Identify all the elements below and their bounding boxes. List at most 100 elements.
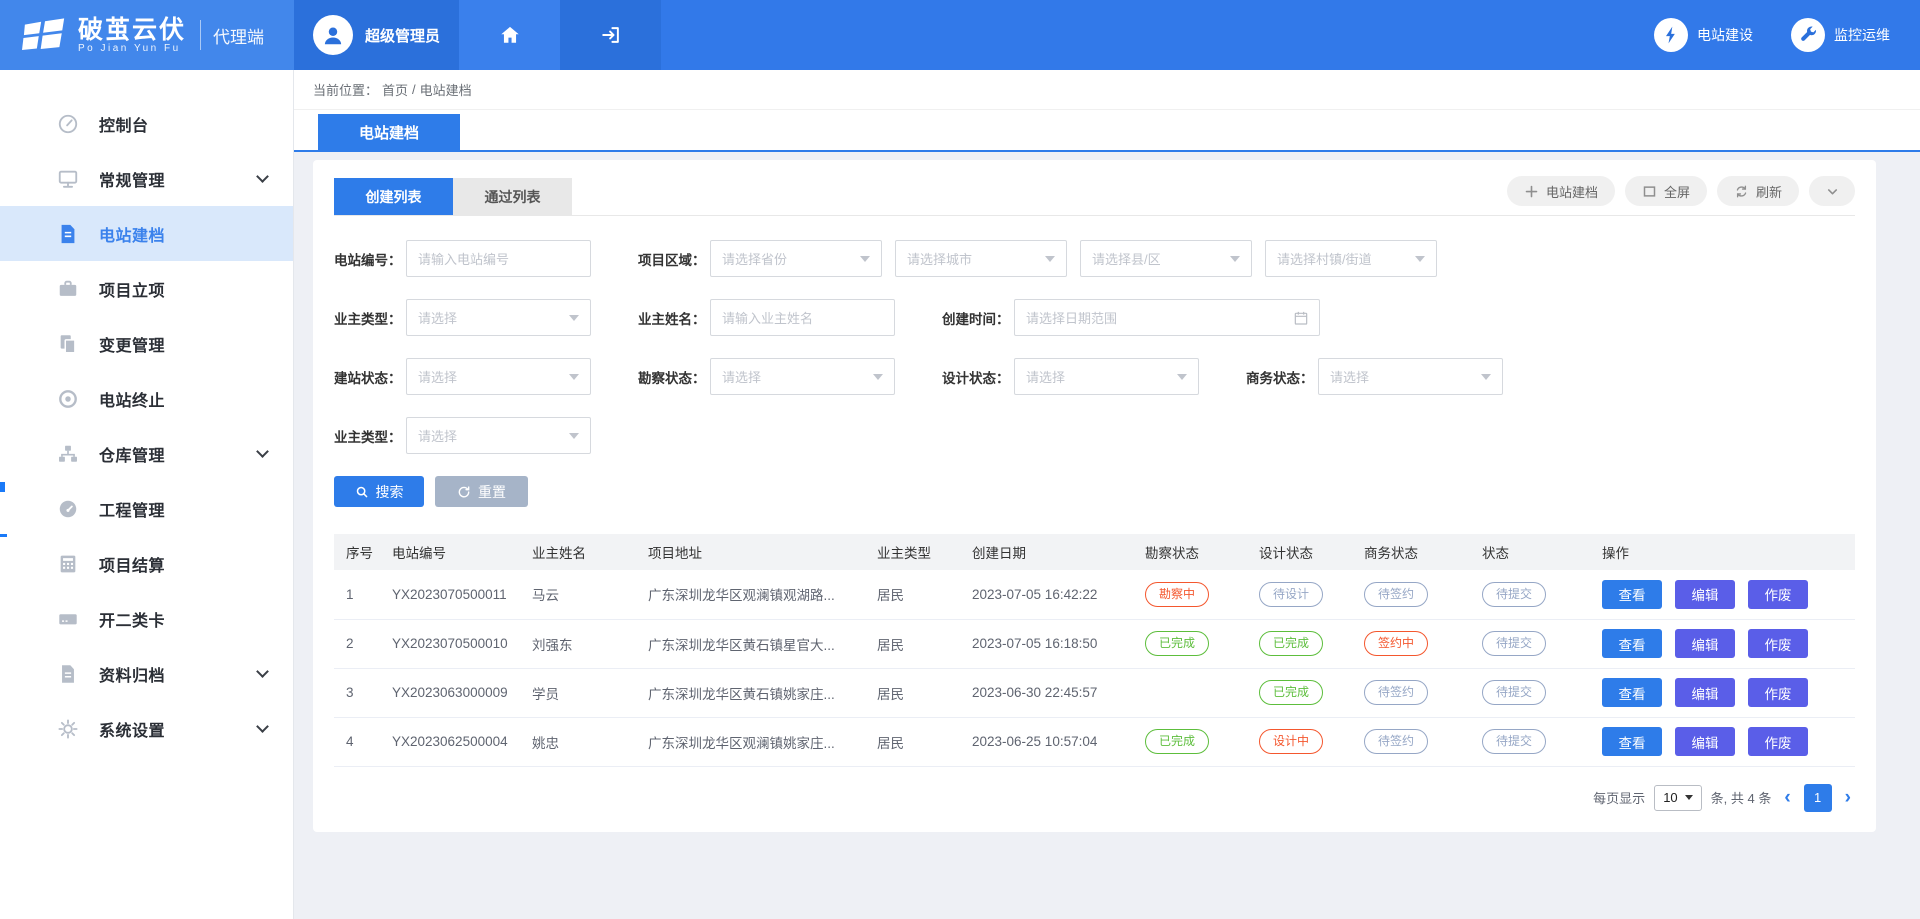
sidebar-item-station-archive[interactable]: 电站建档 xyxy=(0,206,293,261)
header-nav-monitor-ops[interactable]: 监控运维 xyxy=(1791,18,1890,52)
refresh-button[interactable]: 刷新 xyxy=(1717,176,1799,206)
reset-button[interactable]: 重置 xyxy=(435,476,528,507)
edit-button[interactable]: 编辑 xyxy=(1675,678,1735,707)
filter-text-input[interactable]: 请输入业主姓名 xyxy=(710,299,895,336)
prev-page-button[interactable]: ‹ xyxy=(1780,788,1794,807)
owner-type: 居民 xyxy=(865,717,960,766)
edit-button[interactable]: 编辑 xyxy=(1675,727,1735,756)
filter-select[interactable]: 请选择 xyxy=(406,299,591,336)
toolbar-button-label: 电站建档 xyxy=(1546,182,1598,201)
logout-button[interactable] xyxy=(560,0,661,70)
status-badge: 待签约 xyxy=(1364,582,1428,607)
filter-select[interactable]: 请选择村镇/街道 xyxy=(1265,240,1437,277)
tab-passed-list[interactable]: 通过列表 xyxy=(453,178,572,215)
view-button[interactable]: 查看 xyxy=(1602,727,1662,756)
add-station-button[interactable]: 电站建档 xyxy=(1507,176,1615,206)
void-button[interactable]: 作废 xyxy=(1748,580,1808,609)
page-number-button[interactable]: 1 xyxy=(1804,784,1832,812)
avatar xyxy=(313,15,353,55)
filter-select[interactable]: 请选择 xyxy=(1014,358,1199,395)
panel-header: 创建列表通过列表 电站建档 全屏刷新 xyxy=(334,176,1855,216)
view-button[interactable]: 查看 xyxy=(1602,629,1662,658)
filter-select[interactable]: 请选择 xyxy=(406,358,591,395)
view-button[interactable]: 查看 xyxy=(1602,678,1662,707)
logo-icon xyxy=(22,15,68,55)
chevron-down-icon xyxy=(1415,256,1425,262)
sidebar-item-station-termination[interactable]: 电站终止 xyxy=(0,371,293,426)
sidebar-item-project-initiation[interactable]: 项目立项 xyxy=(0,261,293,316)
breadcrumb-home-link[interactable]: 首页 xyxy=(382,80,408,99)
logo[interactable]: 破茧云伏 Po Jian Yun Fu 代理端 xyxy=(0,0,294,70)
chevron-down-icon xyxy=(569,315,579,321)
header-spacer xyxy=(661,0,1654,70)
sidebar-item-label: 资料归档 xyxy=(99,662,165,686)
view-button[interactable]: 查看 xyxy=(1602,580,1662,609)
per-page-select[interactable]: 10 xyxy=(1654,785,1701,811)
sidebar-item-engineering-management[interactable]: 工程管理 xyxy=(0,481,293,536)
edit-button[interactable]: 编辑 xyxy=(1675,629,1735,658)
sidebar-item-second-type-card[interactable]: 开二类卡 xyxy=(0,591,293,646)
sidebar-item-general-management[interactable]: 常规管理 xyxy=(0,151,293,206)
sidebar-item-project-settlement[interactable]: 项目结算 xyxy=(0,536,293,591)
filter-select[interactable]: 请选择 xyxy=(406,417,591,454)
chevron-down-icon xyxy=(256,665,269,678)
user-menu[interactable]: 超级管理员 xyxy=(294,0,459,70)
header-nav-label: 监控运维 xyxy=(1834,25,1890,45)
sidebar-item-console[interactable]: 控制台 xyxy=(0,96,293,151)
search-button[interactable]: 搜索 xyxy=(334,476,424,507)
status-cell: 待提交 xyxy=(1470,619,1590,668)
content-area: 创建列表通过列表 电站建档全屏刷新 电站编号：请输入电站编号项目区域：请选择省份… xyxy=(294,152,1920,919)
sidebar-item-label: 常规管理 xyxy=(99,167,165,191)
refresh-icon xyxy=(1734,184,1749,199)
station-code: YX2023070500010 xyxy=(380,619,520,668)
filter-label: 电站编号： xyxy=(334,249,406,269)
top-header: 破茧云伏 Po Jian Yun Fu 代理端 超级管理员 电站建设 监控运维 xyxy=(0,0,1920,70)
page-tab-bar: 电站建档 xyxy=(294,110,1920,152)
void-button[interactable]: 作废 xyxy=(1748,727,1808,756)
operations-cell: 查看编辑作废 xyxy=(1590,619,1855,668)
tab-create-list[interactable]: 创建列表 xyxy=(334,178,453,215)
main-area: 当前位置： 首页 / 电站建档 电站建档 创建列表通过列表 电站建档全屏刷新 电… xyxy=(294,70,1920,919)
filter-select[interactable]: 请选择城市 xyxy=(895,240,1067,277)
column-header: 设计状态 xyxy=(1247,534,1352,570)
edit-button[interactable]: 编辑 xyxy=(1675,580,1735,609)
filter-date-input[interactable]: 请选择日期范围 xyxy=(1014,299,1320,336)
status-badge: 待提交 xyxy=(1482,631,1546,656)
home-button[interactable] xyxy=(459,0,560,70)
owner-type: 居民 xyxy=(865,668,960,717)
status-badge: 待签约 xyxy=(1364,680,1428,705)
filter-select[interactable]: 请选择省份 xyxy=(710,240,882,277)
sidebar-item-label: 项目立项 xyxy=(99,277,165,301)
filter-select[interactable]: 请选择 xyxy=(1318,358,1503,395)
filter-select[interactable]: 请选择县/区 xyxy=(1080,240,1252,277)
sidebar-item-system-settings[interactable]: 系统设置 xyxy=(0,701,293,756)
sidebar-item-data-archive[interactable]: 资料归档 xyxy=(0,646,293,701)
column-header: 项目地址 xyxy=(636,534,865,570)
design-status-cell: 待设计 xyxy=(1247,570,1352,619)
filter-text-input[interactable]: 请输入电站编号 xyxy=(406,240,591,277)
filter-label: 设计状态： xyxy=(942,367,1014,387)
void-button[interactable]: 作废 xyxy=(1748,678,1808,707)
filter-group: 建站状态：请选择 xyxy=(334,358,591,395)
sidebar-item-change-management[interactable]: 变更管理 xyxy=(0,316,293,371)
filter-select[interactable]: 请选择 xyxy=(710,358,895,395)
column-header: 序号 xyxy=(334,534,380,570)
design-status-cell: 已完成 xyxy=(1247,668,1352,717)
void-button[interactable]: 作废 xyxy=(1748,629,1808,658)
next-page-button[interactable]: › xyxy=(1841,788,1855,807)
breadcrumb-separator: / xyxy=(412,82,416,97)
page-tab-station-archive[interactable]: 电站建档 xyxy=(318,114,460,150)
status-badge: 设计中 xyxy=(1259,729,1323,754)
circle-dot-icon xyxy=(57,388,79,410)
sidebar-item-warehouse-management[interactable]: 仓库管理 xyxy=(0,426,293,481)
filter-group: 电站编号：请输入电站编号 xyxy=(334,240,591,277)
status-badge: 已完成 xyxy=(1259,680,1323,705)
header-nav-station-build[interactable]: 电站建设 xyxy=(1654,18,1753,52)
survey-status-cell: 已完成 xyxy=(1133,619,1247,668)
station-code: YX2023070500011 xyxy=(380,570,520,619)
monitor-icon xyxy=(57,168,79,190)
fullscreen-button[interactable]: 全屏 xyxy=(1625,176,1707,206)
collapse-button[interactable] xyxy=(1809,176,1855,206)
project-address: 广东深圳龙华区观澜镇姚家庄... xyxy=(636,717,865,766)
breadcrumb-current: 电站建档 xyxy=(420,80,472,99)
